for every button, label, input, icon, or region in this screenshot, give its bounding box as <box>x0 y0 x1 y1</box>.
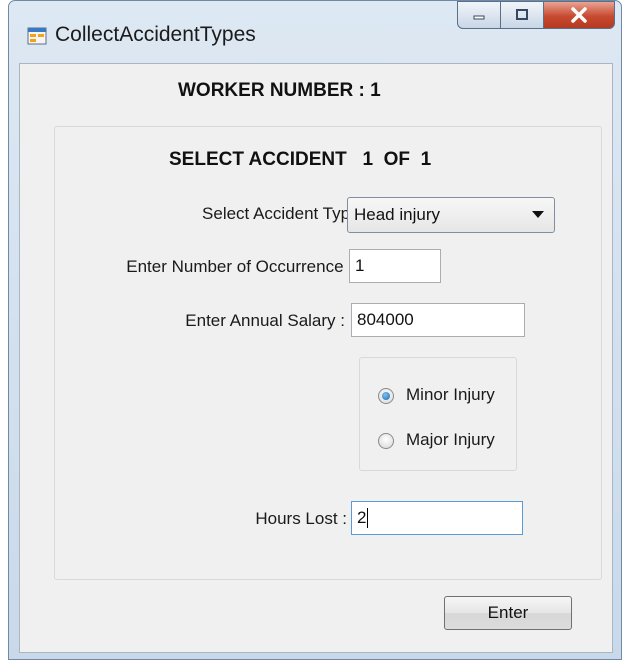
text-caret <box>367 508 369 528</box>
app-window: CollectAccidentTypes WORKER NUMBER : 1 S… <box>8 0 622 660</box>
maximize-button[interactable] <box>500 1 544 29</box>
injury-severity-group: Minor Injury Major Injury <box>359 357 517 471</box>
accident-type-value: Head injury <box>354 205 440 224</box>
window-title: CollectAccidentTypes <box>55 23 256 46</box>
select-accident-heading: SELECT ACCIDENT 1 OF 1 <box>169 149 432 170</box>
title-bar[interactable]: CollectAccidentTypes <box>9 1 621 63</box>
annual-salary-value: 804000 <box>357 310 414 329</box>
minimize-button[interactable] <box>457 1 501 29</box>
accident-groupbox: SELECT ACCIDENT 1 OF 1 Select Accident T… <box>54 126 602 580</box>
minor-injury-label[interactable]: Minor Injury <box>406 385 495 405</box>
occurrence-value: 1 <box>355 256 365 275</box>
app-form-icon <box>27 27 47 45</box>
minimize-icon <box>473 15 485 20</box>
annual-salary-field[interactable]: 804000 <box>351 303 525 337</box>
worker-number-heading: WORKER NUMBER : 1 <box>178 80 381 101</box>
occurrence-field[interactable]: 1 <box>349 249 441 283</box>
accident-type-label: Select Accident Type : <box>202 204 369 223</box>
hours-lost-value: 2 <box>357 508 367 527</box>
major-injury-radio[interactable] <box>378 433 394 449</box>
close-icon <box>571 7 587 23</box>
minor-injury-radio[interactable] <box>378 388 394 404</box>
major-injury-label[interactable]: Major Injury <box>406 430 495 450</box>
accident-type-select[interactable]: Head injury <box>347 197 555 233</box>
close-button[interactable] <box>543 1 615 29</box>
hours-lost-field[interactable]: 2 <box>351 501 523 535</box>
hours-lost-label: Hours Lost : <box>255 509 347 528</box>
form-client-area: WORKER NUMBER : 1 SELECT ACCIDENT 1 OF 1… <box>19 63 613 653</box>
enter-button[interactable]: Enter <box>444 596 572 630</box>
maximize-icon <box>516 9 528 20</box>
annual-salary-label: Enter Annual Salary : <box>185 311 345 330</box>
occurrence-label: Enter Number of Occurrence : <box>126 257 353 276</box>
chevron-down-icon <box>532 211 544 218</box>
